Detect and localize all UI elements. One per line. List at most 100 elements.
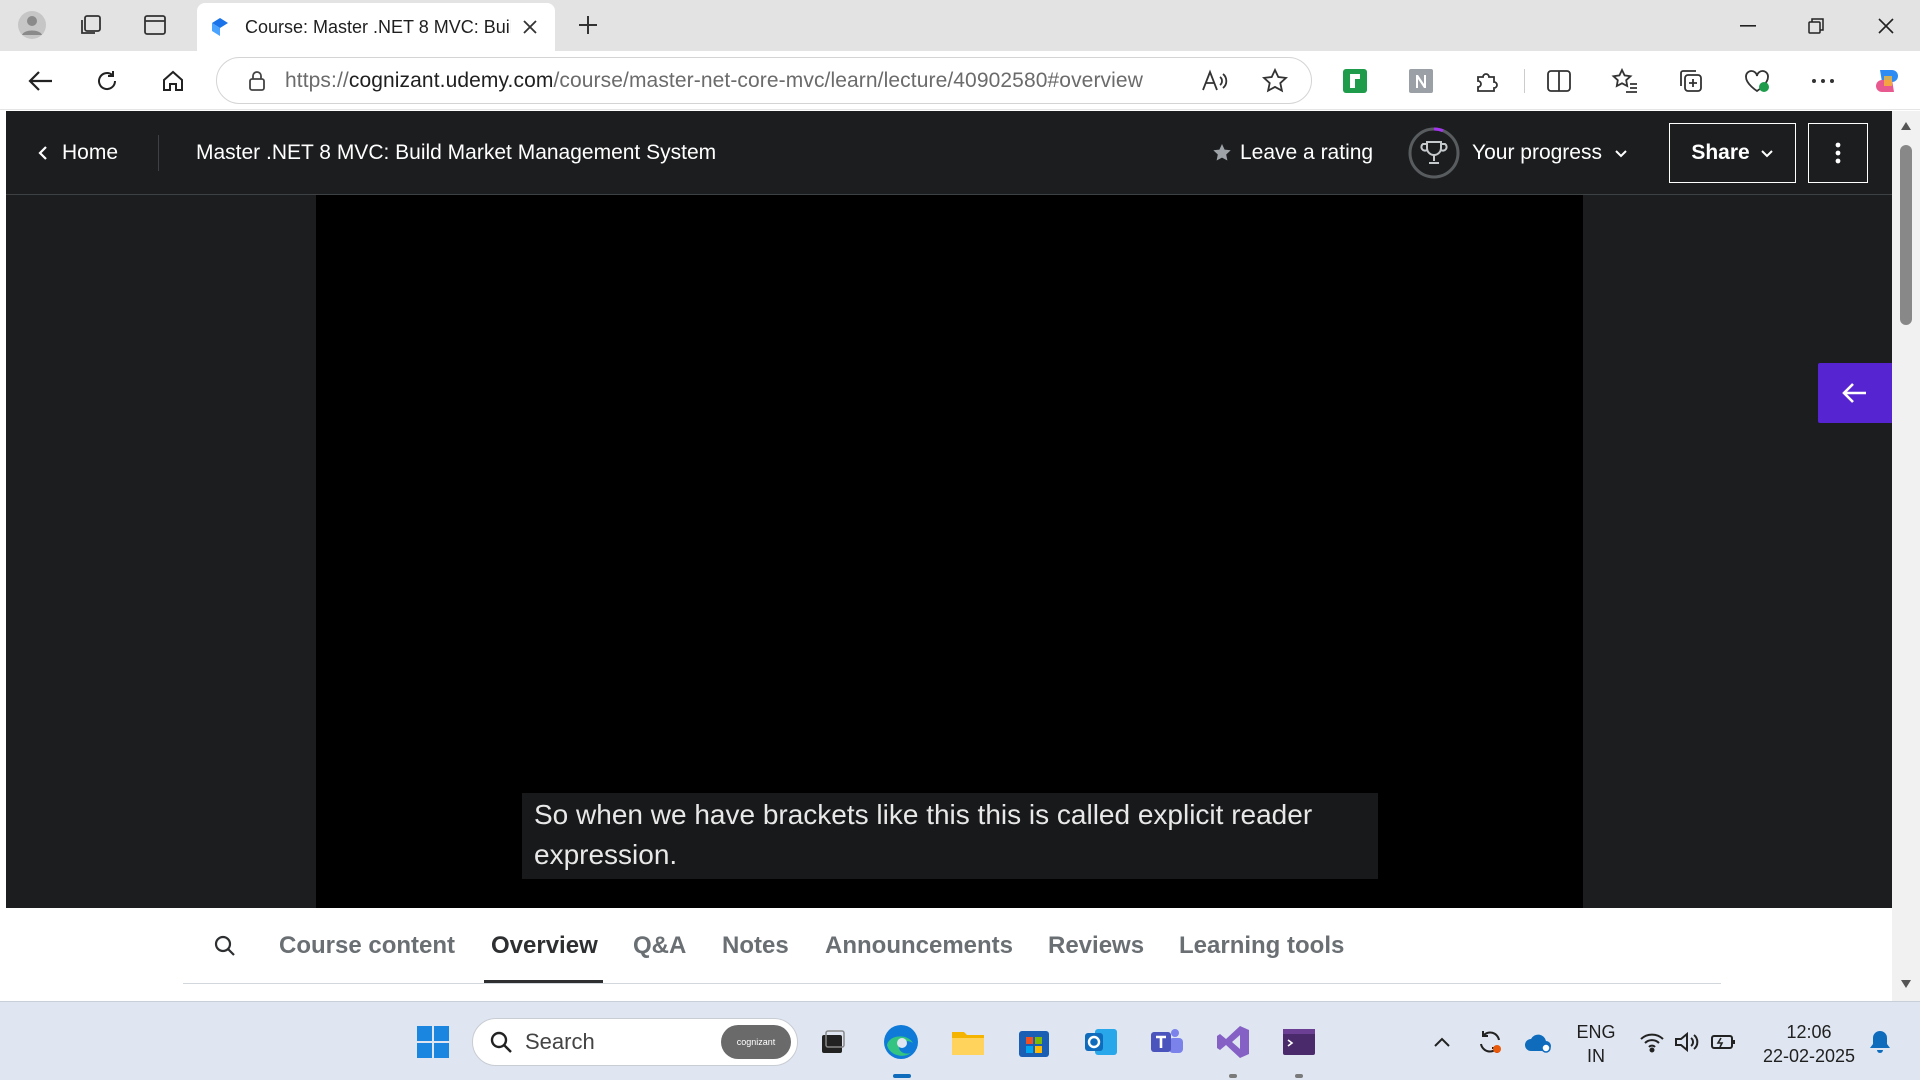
rating-label: Leave a rating — [1240, 141, 1374, 164]
windows-start-icon[interactable] — [411, 1020, 455, 1064]
collections-icon[interactable] — [1670, 60, 1712, 102]
search-placeholder: Search — [525, 1029, 595, 1054]
browser-essentials-icon[interactable] — [1736, 60, 1778, 102]
task-view-icon[interactable] — [811, 1020, 855, 1064]
clock-date: 22-02-2025 — [1762, 1046, 1856, 1066]
edge-active-indicator — [893, 1074, 911, 1078]
minimize-icon[interactable] — [1714, 0, 1782, 51]
share-button[interactable]: Share — [1669, 123, 1796, 183]
progress-label: Your progress — [1472, 141, 1602, 164]
chevron-down-icon — [1760, 149, 1774, 158]
region-code: IN — [1587, 1046, 1605, 1066]
profile-avatar-icon[interactable] — [12, 6, 52, 44]
toolbar-divider — [1524, 69, 1525, 93]
teams-icon[interactable] — [1145, 1020, 1189, 1064]
extension-notion-icon[interactable] — [1400, 60, 1442, 102]
leave-rating-button[interactable]: Leave a rating — [1212, 111, 1373, 195]
tab-learning-tools[interactable]: Learning tools — [1179, 908, 1344, 983]
notification-bell-icon[interactable] — [1858, 1020, 1902, 1064]
header-divider — [158, 135, 159, 171]
close-tab-icon[interactable] — [517, 14, 543, 40]
read-aloud-icon[interactable] — [1194, 60, 1236, 102]
scroll-down-arrow-icon[interactable] — [1900, 979, 1912, 989]
search-icon — [489, 1030, 513, 1054]
more-options-button[interactable] — [1808, 123, 1868, 183]
vs-running-indicator — [1229, 1074, 1237, 1078]
scroll-up-arrow-icon[interactable] — [1900, 121, 1912, 131]
course-tabs-bar: Course content Overview Q&A Notes Announ… — [6, 908, 1892, 1001]
microsoft-store-icon[interactable] — [1012, 1020, 1056, 1064]
vertical-tabs-icon[interactable] — [135, 6, 175, 44]
split-screen-icon[interactable] — [1538, 60, 1580, 102]
outlook-icon[interactable] — [1079, 1020, 1123, 1064]
favorites-list-icon[interactable] — [1604, 60, 1646, 102]
restore-icon[interactable] — [1782, 0, 1850, 51]
page-viewport: Home Master .NET 8 MVC: Build Market Man… — [6, 111, 1892, 1001]
favorite-star-icon[interactable] — [1254, 60, 1296, 102]
back-arrow-icon[interactable] — [20, 60, 62, 102]
more-menu-icon[interactable] — [1802, 60, 1844, 102]
search-icon — [214, 935, 236, 957]
video-caption: So when we have brackets like this this … — [522, 793, 1378, 879]
expand-sidebar-button[interactable] — [1818, 363, 1892, 423]
browser-tab-active[interactable]: Course: Master .NET 8 MVC: Build — [197, 3, 555, 51]
home-link[interactable]: Home — [38, 111, 118, 195]
share-label: Share — [1691, 141, 1750, 164]
your-progress-button[interactable]: Your progress — [1408, 111, 1628, 195]
taskbar-search-box[interactable]: Search cognizant — [472, 1018, 798, 1066]
url-text: https://cognizant.udemy.com/course/maste… — [285, 69, 1143, 93]
home-icon[interactable] — [152, 60, 194, 102]
battery-icon[interactable] — [1702, 1020, 1746, 1064]
vertical-dots-icon — [1835, 142, 1841, 164]
sync-status-icon[interactable] — [1468, 1020, 1512, 1064]
trophy-progress-icon — [1408, 127, 1460, 179]
chevron-down-icon — [1614, 149, 1628, 158]
language-code: ENG — [1576, 1022, 1616, 1042]
tab-notes[interactable]: Notes — [722, 908, 789, 983]
extensions-puzzle-icon[interactable] — [1466, 60, 1508, 102]
file-explorer-icon[interactable] — [946, 1020, 990, 1064]
onedrive-icon[interactable] — [1516, 1020, 1560, 1064]
tab-announcements[interactable]: Announcements — [825, 908, 1013, 983]
browser-toolbar: https://cognizant.udemy.com/course/maste… — [0, 51, 1920, 110]
cognizant-badge: cognizant — [721, 1025, 791, 1059]
tab-course-content[interactable]: Course content — [279, 908, 455, 983]
star-icon — [1212, 143, 1232, 163]
extension-green-icon[interactable] — [1334, 60, 1376, 102]
show-hidden-icons-chevron-icon[interactable] — [1420, 1020, 1464, 1064]
copilot-icon[interactable] — [1866, 60, 1908, 102]
workspaces-icon[interactable] — [72, 6, 112, 44]
system-clock[interactable]: 12:06 22-02-2025 — [1754, 1020, 1864, 1068]
url-path: /course/master-net-core-mvc/learn/lectur… — [553, 68, 1143, 92]
course-header: Home Master .NET 8 MVC: Build Market Man… — [6, 111, 1892, 195]
scrollbar-thumb[interactable] — [1900, 145, 1912, 325]
address-bar[interactable]: https://cognizant.udemy.com/course/maste… — [216, 57, 1312, 104]
tab-title: Course: Master .NET 8 MVC: Build — [245, 16, 512, 37]
terminal-icon[interactable] — [1277, 1020, 1321, 1064]
site-info-lock-icon[interactable] — [237, 70, 277, 92]
chevron-left-icon — [38, 145, 48, 161]
terminal-running-indicator — [1295, 1074, 1303, 1078]
page-scrollbar[interactable] — [1892, 111, 1920, 1001]
refresh-icon[interactable] — [86, 60, 128, 102]
new-tab-plus-icon[interactable] — [568, 6, 608, 44]
search-tab[interactable] — [214, 908, 236, 983]
visual-studio-icon[interactable] — [1211, 1020, 1255, 1064]
url-domain: cognizant.udemy.com — [348, 68, 554, 92]
edge-browser-icon[interactable] — [879, 1020, 923, 1064]
course-title[interactable]: Master .NET 8 MVC: Build Market Manageme… — [196, 111, 716, 195]
close-window-icon[interactable] — [1852, 0, 1920, 51]
arrow-left-icon — [1842, 382, 1868, 404]
url-prefix: https:// — [285, 68, 349, 92]
tab-reviews[interactable]: Reviews — [1048, 908, 1144, 983]
tabs-divider — [183, 983, 1721, 984]
home-label: Home — [62, 141, 119, 164]
language-indicator[interactable]: ENG IN — [1568, 1020, 1624, 1068]
tab-overview[interactable]: Overview — [491, 908, 598, 983]
udemy-favicon-icon — [209, 16, 231, 38]
windows-taskbar: Search cognizant ENG IN 12:06 22-02-2025 — [0, 1001, 1920, 1080]
video-area: So when we have brackets like this this … — [6, 195, 1892, 908]
tab-qa[interactable]: Q&A — [633, 908, 686, 983]
browser-tab-strip: Course: Master .NET 8 MVC: Build — [0, 0, 1920, 51]
clock-time: 12:06 — [1786, 1022, 1832, 1042]
